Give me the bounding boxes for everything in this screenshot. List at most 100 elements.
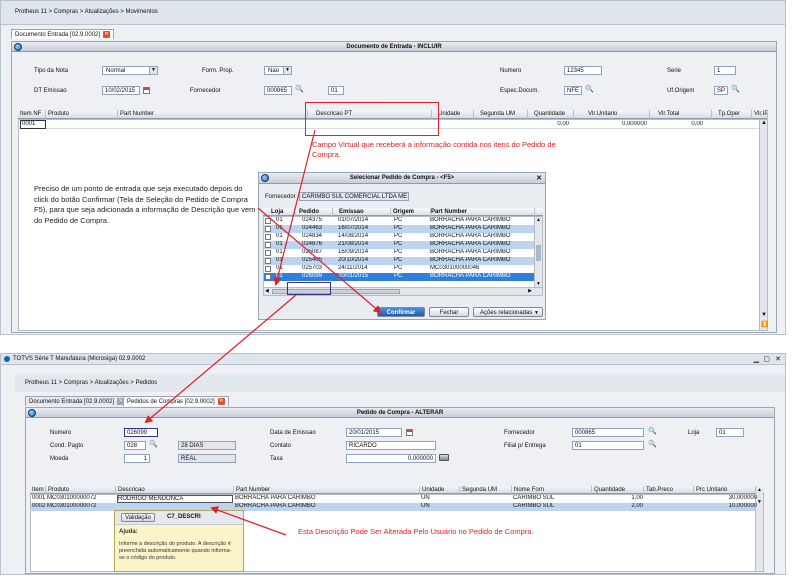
list-item[interactable]: 01 024834 14/08/2014 PC BORRACHA PARA CARIMB… [264, 233, 534, 241]
pedido-numero-field[interactable]: 026099 [124, 428, 158, 437]
col-nome-forn[interactable]: Nome Forn [512, 486, 592, 494]
loja-field[interactable]: 01 [328, 86, 344, 95]
quantidade-cell[interactable]: 1,00 [593, 495, 643, 502]
filial-entrega-field[interactable]: 01 [572, 441, 644, 450]
chevron-down-icon[interactable]: ▼ [149, 67, 157, 74]
col-part-number[interactable]: Part Number [234, 486, 420, 494]
col-vlr-total[interactable]: Vlr.Total [650, 110, 712, 119]
top-tab-documento-entrada[interactable]: Documento Entrada [02.9.0002] ✕ [11, 29, 115, 39]
unidade-cell[interactable]: UN [421, 495, 457, 502]
search-icon[interactable]: 🔍 [295, 86, 304, 94]
item-cell[interactable]: 0001 [32, 495, 46, 502]
search-icon[interactable]: 🔍 [731, 86, 740, 94]
quantidade-cell[interactable]: 0,00 [529, 121, 569, 128]
tipo-nota-select[interactable]: Normal ▼ [102, 66, 158, 75]
prc-unitario-cell[interactable]: 30,000000 [695, 495, 757, 502]
col-item[interactable]: Item [30, 486, 46, 494]
item-nf-cell[interactable]: 0001 [20, 120, 46, 129]
list-item[interactable]: 01 024463 16/07/2014 PC BORRACHA PARA CARIMB… [264, 225, 534, 233]
col-emissao[interactable]: Emissao [337, 208, 391, 216]
produto-cell[interactable]: MC030100000072 [47, 503, 117, 510]
app-orb-icon[interactable] [14, 43, 22, 51]
col-quantidade[interactable]: Quantidade [528, 110, 574, 119]
col-vlr-unitario[interactable]: Vlr.Unitario [574, 110, 650, 119]
uf-origem-field[interactable]: SP [714, 86, 728, 95]
col-unidade[interactable]: Unidade [420, 486, 460, 494]
col-pedido[interactable]: Pedido [297, 208, 333, 216]
calculator-icon[interactable] [439, 454, 449, 461]
bottom-tab-documento-entrada[interactable]: Documento Entrada [02.9.0002] ✕ [25, 396, 129, 406]
validacao-button[interactable]: Validação [121, 513, 155, 522]
list-item[interactable]: 01 024375 01/07/2014 PC BORRACHA PARA CARIMB… [264, 217, 534, 225]
app-orb-icon[interactable] [28, 409, 36, 417]
col-segunda-um[interactable]: Segunda UM [474, 110, 528, 119]
list-item[interactable]: 01 026099 20/01/2015 PC BORRACHA PARA CARIMB… [264, 273, 534, 281]
col-quantidade[interactable]: Quantidade [592, 486, 644, 494]
checkbox-icon[interactable] [265, 266, 271, 272]
vertical-scrollbar[interactable]: ▲ ▼ ⏬ [759, 120, 768, 330]
close-icon[interactable]: ✕ [775, 355, 781, 363]
produto-cell[interactable]: MC030100000072 [47, 495, 117, 502]
minimize-icon[interactable]: ▁ [754, 355, 759, 363]
numero-field[interactable]: 12345 [564, 66, 602, 75]
vlr-total-cell[interactable]: 0,00 [659, 121, 703, 128]
pedido-fornecedor-field[interactable]: 000865 [572, 428, 644, 437]
close-tab-icon[interactable]: ✕ [217, 397, 225, 405]
top-breadcrumb[interactable]: Protheus 11 > Compras > Atualizações > M… [15, 9, 158, 15]
checkbox-icon[interactable] [265, 218, 271, 224]
scroll-up-icon[interactable]: ▲ [761, 120, 767, 126]
checkbox-icon[interactable] [265, 242, 271, 248]
table-row[interactable]: 0001 MC030100000072 RODRIGO MENDONCA BORRAC… [31, 495, 757, 503]
taxa-field[interactable]: 0,000000 [346, 454, 436, 463]
list-item[interactable]: 01 025405 20/10/2014 PC BORRACHA PARA CARIMB… [264, 257, 534, 265]
col-produto[interactable]: Produto [46, 110, 118, 119]
list-item[interactable]: 01 025703 24/11/2014 PC MC030100000046 [264, 265, 534, 273]
calendar-icon[interactable] [143, 87, 150, 94]
col-loja[interactable]: Loja [269, 208, 295, 216]
col-part-number[interactable]: Part Number [429, 208, 535, 216]
col-segunda-um[interactable]: Segunda UM [460, 486, 512, 494]
scroll-bottom-icon[interactable]: ⏬ [761, 321, 768, 328]
bottom-tab-pedidos-compras[interactable]: Pedidos de Compras [02.9.0002] ✕ [123, 396, 229, 406]
chevron-down-icon[interactable]: ▼ [283, 67, 291, 74]
list-item[interactable]: 01 024876 21/08/2014 PC BORRACHA PARA CARIMB… [264, 241, 534, 249]
col-part-number[interactable]: Part Number [118, 110, 308, 119]
col-origem[interactable]: Origem [391, 208, 431, 216]
close-icon[interactable]: ✕ [536, 173, 542, 184]
fechar-button[interactable]: Fechar [429, 307, 469, 317]
fornecedor-field[interactable]: 000865 [264, 86, 292, 95]
data-emissao-field[interactable]: 20/01/2015 [346, 428, 402, 437]
close-tab-icon[interactable]: ✕ [103, 30, 111, 38]
item-cell[interactable]: 0002 [32, 503, 46, 510]
col-vlr-ipi[interactable]: Vlr.IPI [752, 110, 768, 119]
checkbox-icon[interactable] [265, 250, 271, 256]
pedido-loja-field[interactable]: 01 [716, 428, 744, 437]
scroll-up-icon[interactable]: ▲ [757, 487, 762, 493]
dt-emissao-field[interactable]: 10/02/2015 [102, 86, 140, 95]
acoes-relacionadas-button[interactable]: Ações relacionadas ▼ [473, 307, 543, 317]
maximize-icon[interactable]: ▢ [763, 355, 770, 363]
confirmar-button[interactable]: Confirmar [377, 307, 425, 317]
col-tp-oper[interactable]: Tp.Oper [712, 110, 752, 119]
search-icon[interactable]: 🔍 [149, 441, 158, 449]
checkbox-icon[interactable] [265, 226, 271, 232]
scroll-down-icon[interactable]: ▼ [757, 499, 762, 505]
part-number-cell[interactable]: BORRACHA PARA CARIMBO [235, 503, 415, 510]
scroll-down-icon[interactable]: ▼ [761, 312, 767, 318]
espec-docum-field[interactable]: NFE [564, 86, 582, 95]
cond-pagto-field[interactable]: 028 [124, 441, 146, 450]
bottom-breadcrumb[interactable]: Protheus 11 > Compras > Atualizações > P… [25, 380, 157, 386]
col-tab-preco[interactable]: Tab.Preco [644, 486, 694, 494]
vlr-unitario-cell[interactable]: 0,000000 [587, 121, 647, 128]
search-icon[interactable]: 🔍 [648, 428, 657, 436]
scroll-left-icon[interactable]: ◀ [265, 288, 269, 294]
quantidade-cell[interactable]: 2,00 [593, 503, 643, 510]
part-number-cell[interactable]: BORRACHA PARA CARIMBO [235, 495, 415, 502]
checkbox-icon[interactable] [265, 274, 271, 280]
col-produto[interactable]: Produto [46, 486, 116, 494]
col-item-nf[interactable]: Item NF [18, 110, 46, 119]
form-prop-select[interactable]: Nao ▼ [264, 66, 292, 75]
descricao-cell[interactable]: RODRIGO MENDONCA [117, 495, 233, 503]
prc-unitario-cell[interactable]: 10,000000 [695, 503, 757, 510]
unidade-cell[interactable]: UN [421, 503, 457, 510]
